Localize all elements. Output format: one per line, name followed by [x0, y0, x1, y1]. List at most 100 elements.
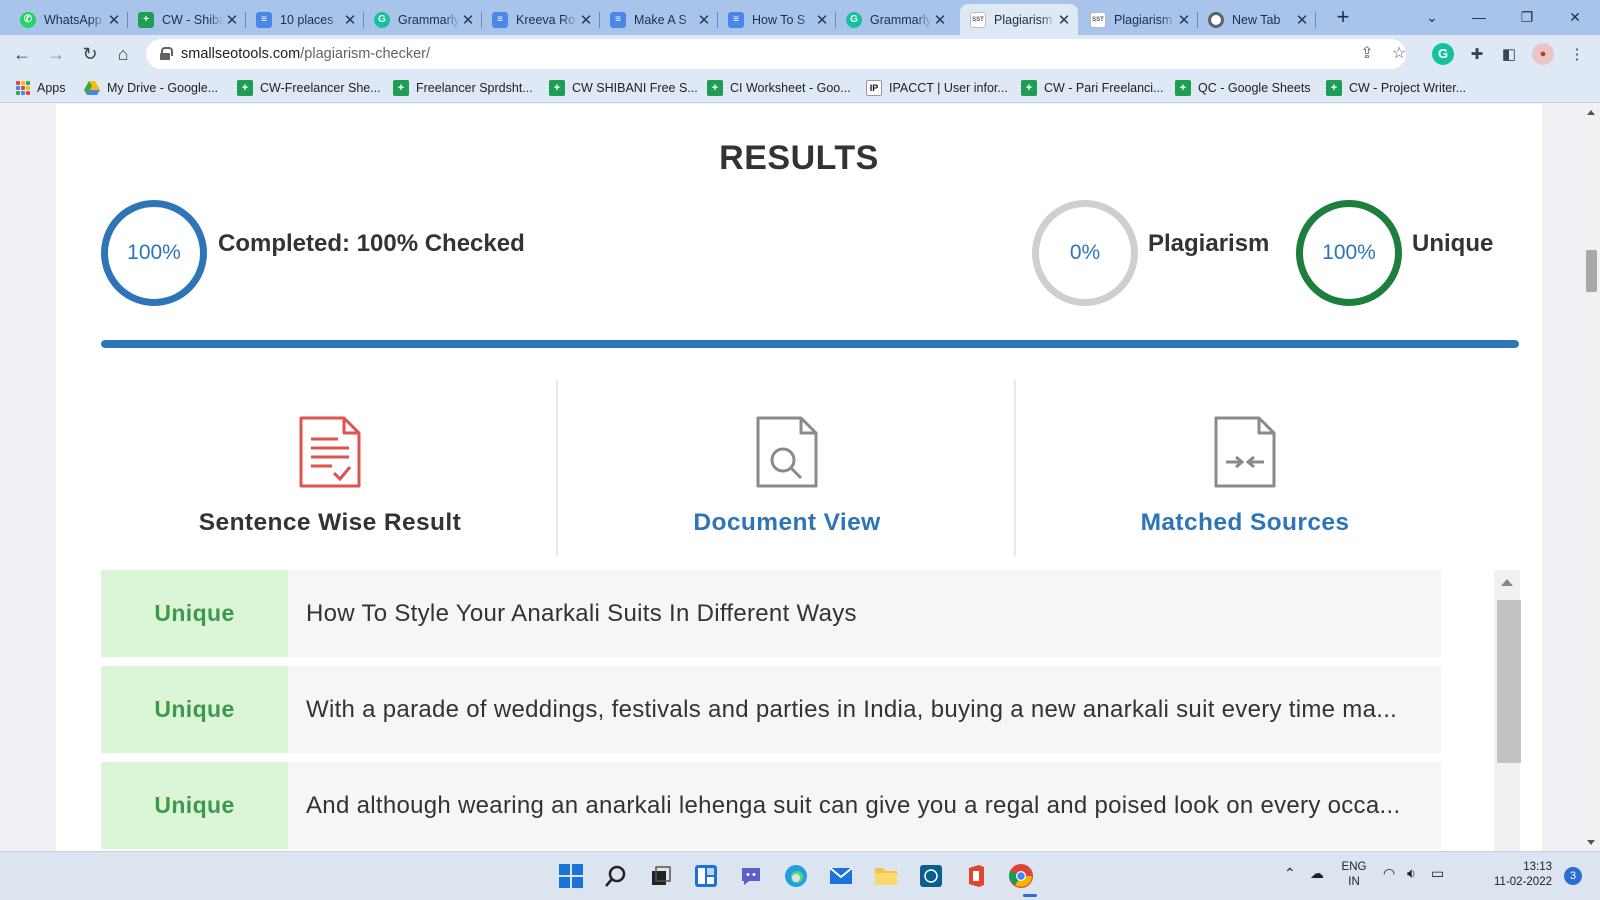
wifi-icon[interactable]: ◠	[1383, 865, 1395, 882]
widgets-icon[interactable]	[691, 861, 721, 891]
teams-chat-icon[interactable]	[736, 861, 766, 891]
tab-plagiarism-2[interactable]: SST Plagiarism ✕	[1080, 4, 1198, 35]
scroll-down-arrow-icon[interactable]	[1587, 840, 1595, 845]
page-scrollbar[interactable]	[1583, 104, 1600, 851]
tab-how-to[interactable]: ≡ How To S ✕	[718, 4, 836, 35]
forward-button[interactable]: →	[42, 40, 70, 68]
show-hidden-icons-chevron-icon[interactable]: ⌃	[1284, 865, 1296, 882]
battery-icon[interactable]: ▭	[1431, 865, 1444, 882]
bookmark-qc-google-sheets[interactable]: + QC - Google Sheets	[1175, 79, 1311, 97]
bookmark-ipacct[interactable]: IP IPACCT | User infor...	[866, 79, 1008, 97]
close-tab-icon[interactable]: ✕	[578, 11, 594, 29]
bookmark-label: IPACCT | User infor...	[889, 81, 1008, 95]
close-window-button[interactable]: ✕	[1552, 4, 1598, 30]
bookmark-freelancer-sprdsht[interactable]: + Freelancer Sprdsht...	[393, 79, 533, 97]
tab-whatsapp[interactable]: ✆ WhatsApp ✕	[10, 4, 128, 35]
document-view-label: Document View	[693, 509, 881, 536]
onedrive-cloud-icon[interactable]: ☁	[1310, 865, 1324, 882]
google-sheets-icon: +	[237, 80, 253, 96]
sentence-wise-result-label: Sentence Wise Result	[198, 509, 462, 536]
bookmark-ci-worksheet[interactable]: + CI Worksheet - Goo...	[707, 79, 851, 97]
bookmark-cw-freelancer[interactable]: + CW-Freelancer She...	[237, 79, 381, 97]
tab-plagiarism-active[interactable]: SST Plagiarism ✕	[960, 4, 1078, 35]
tab-matched-sources[interactable]: Matched Sources	[1016, 384, 1474, 556]
scrollbar-thumb[interactable]	[1497, 600, 1521, 763]
close-tab-icon[interactable]: ✕	[1294, 11, 1310, 29]
url-text[interactable]: smallseotools.com/plagiarism-checker/	[181, 46, 430, 62]
bookmark-cw-project-writer[interactable]: + CW - Project Writer...	[1326, 79, 1466, 97]
bookmark-my-drive[interactable]: My Drive - Google...	[84, 79, 218, 97]
chrome-icon[interactable]	[1006, 861, 1036, 891]
close-tab-icon[interactable]: ✕	[932, 11, 948, 29]
tab-title: Kreeva Ro	[516, 12, 576, 27]
unique-label: Unique	[1412, 230, 1494, 257]
sentence-row[interactable]: Unique And although wearing an anarkali …	[101, 762, 1441, 849]
tab-document-view[interactable]: Document View	[558, 384, 1016, 556]
share-icon[interactable]: ⇪	[1357, 44, 1377, 64]
reload-button[interactable]: ↻	[76, 40, 104, 68]
bookmark-cw-shibani[interactable]: + CW SHIBANI Free S...	[549, 79, 698, 97]
home-button[interactable]: ⌂	[109, 40, 137, 68]
task-view-icon[interactable]	[646, 861, 676, 891]
close-tab-icon[interactable]: ✕	[460, 11, 476, 29]
tab-title: CW - Shibani	[162, 12, 224, 27]
office-icon[interactable]	[961, 861, 991, 891]
file-explorer-icon[interactable]	[871, 861, 901, 891]
scroll-up-arrow-icon[interactable]	[1501, 579, 1513, 586]
tab-kreeva[interactable]: ≡ Kreeva Ro ✕	[482, 4, 600, 35]
tab-title: Plagiarism	[1114, 12, 1173, 27]
close-tab-icon[interactable]: ✕	[1176, 11, 1192, 29]
mail-icon[interactable]	[826, 861, 856, 891]
clock-date: 11-02-2022	[1494, 876, 1552, 888]
tab-title: Grammarly	[398, 12, 460, 27]
close-tab-icon[interactable]: ✕	[342, 11, 358, 29]
sst-icon: SST	[1090, 11, 1106, 28]
search-icon[interactable]	[601, 861, 631, 891]
tab-search-chevron-icon[interactable]: ⌄	[1409, 4, 1455, 30]
page-scrollbar-thumb[interactable]	[1586, 250, 1597, 292]
tab-grammarly-2[interactable]: G Grammarly ✕	[836, 4, 954, 35]
bookmark-star-icon[interactable]: ☆	[1389, 44, 1409, 64]
dell-app-icon[interactable]	[916, 861, 946, 891]
restore-button[interactable]: ❐	[1504, 4, 1550, 30]
clock[interactable]: 13:13 11-02-2022	[1460, 860, 1552, 890]
tab-sentence-wise-result[interactable]: Sentence Wise Result	[101, 384, 559, 556]
grammarly-extension-icon[interactable]: G	[1432, 43, 1454, 65]
browser-menu-icon[interactable]: ⋮	[1566, 44, 1588, 66]
address-bar[interactable]: smallseotools.com/plagiarism-checker/ ⇪ …	[146, 39, 1406, 69]
url-path: /plagiarism-checker/	[300, 46, 431, 62]
bookmark-label: CI Worksheet - Goo...	[730, 81, 851, 95]
close-tab-icon[interactable]: ✕	[224, 11, 240, 29]
tab-title: Grammarly	[870, 12, 932, 27]
sentence-row[interactable]: Unique How To Style Your Anarkali Suits …	[101, 570, 1441, 657]
tab-new-tab[interactable]: New Tab ✕	[1198, 4, 1316, 35]
notification-badge[interactable]: 3	[1564, 867, 1582, 885]
sentence-row[interactable]: Unique With a parade of weddings, festiv…	[101, 666, 1441, 753]
results-list-scrollbar[interactable]	[1494, 570, 1521, 851]
edge-browser-icon[interactable]	[781, 861, 811, 891]
close-tab-icon[interactable]: ✕	[1056, 11, 1072, 29]
new-tab-button[interactable]: +	[1331, 6, 1355, 30]
tab-10-places[interactable]: ≡ 10 places ✕	[246, 4, 364, 35]
close-tab-icon[interactable]: ✕	[696, 11, 712, 29]
close-tab-icon[interactable]: ✕	[814, 11, 830, 29]
minimize-button[interactable]: —	[1456, 4, 1502, 30]
results-card: RESULTS 100% Completed: 100% Checked 0% …	[56, 104, 1542, 851]
tab-grammarly-1[interactable]: G Grammarly ✕	[364, 4, 482, 35]
bookmark-label: CW SHIBANI Free S...	[572, 81, 698, 95]
extensions-puzzle-icon[interactable]: ✚	[1466, 44, 1488, 66]
side-panel-icon[interactable]: ◧	[1498, 44, 1520, 66]
bookmark-cw-pari[interactable]: + CW - Pari Freelanci...	[1021, 79, 1163, 97]
scroll-up-arrow-icon[interactable]	[1587, 110, 1595, 115]
language-indicator[interactable]: ENG IN	[1336, 860, 1372, 890]
bookmark-apps[interactable]: Apps	[16, 79, 66, 97]
back-button[interactable]: ←	[8, 40, 36, 68]
profile-avatar[interactable]: ●	[1532, 43, 1554, 65]
tab-make-a[interactable]: ≡ Make A S ✕	[600, 4, 718, 35]
windows-start-icon[interactable]	[556, 861, 586, 891]
browser-toolbar: ← → ↻ ⌂ smallseotools.com/plagiarism-che…	[0, 35, 1600, 73]
sentence-results-list: Unique How To Style Your Anarkali Suits …	[101, 570, 1441, 851]
close-tab-icon[interactable]: ✕	[106, 11, 122, 29]
tab-cw-shibani[interactable]: + CW - Shibani ✕	[128, 4, 246, 35]
volume-icon[interactable]: 🔉︎	[1407, 865, 1416, 882]
